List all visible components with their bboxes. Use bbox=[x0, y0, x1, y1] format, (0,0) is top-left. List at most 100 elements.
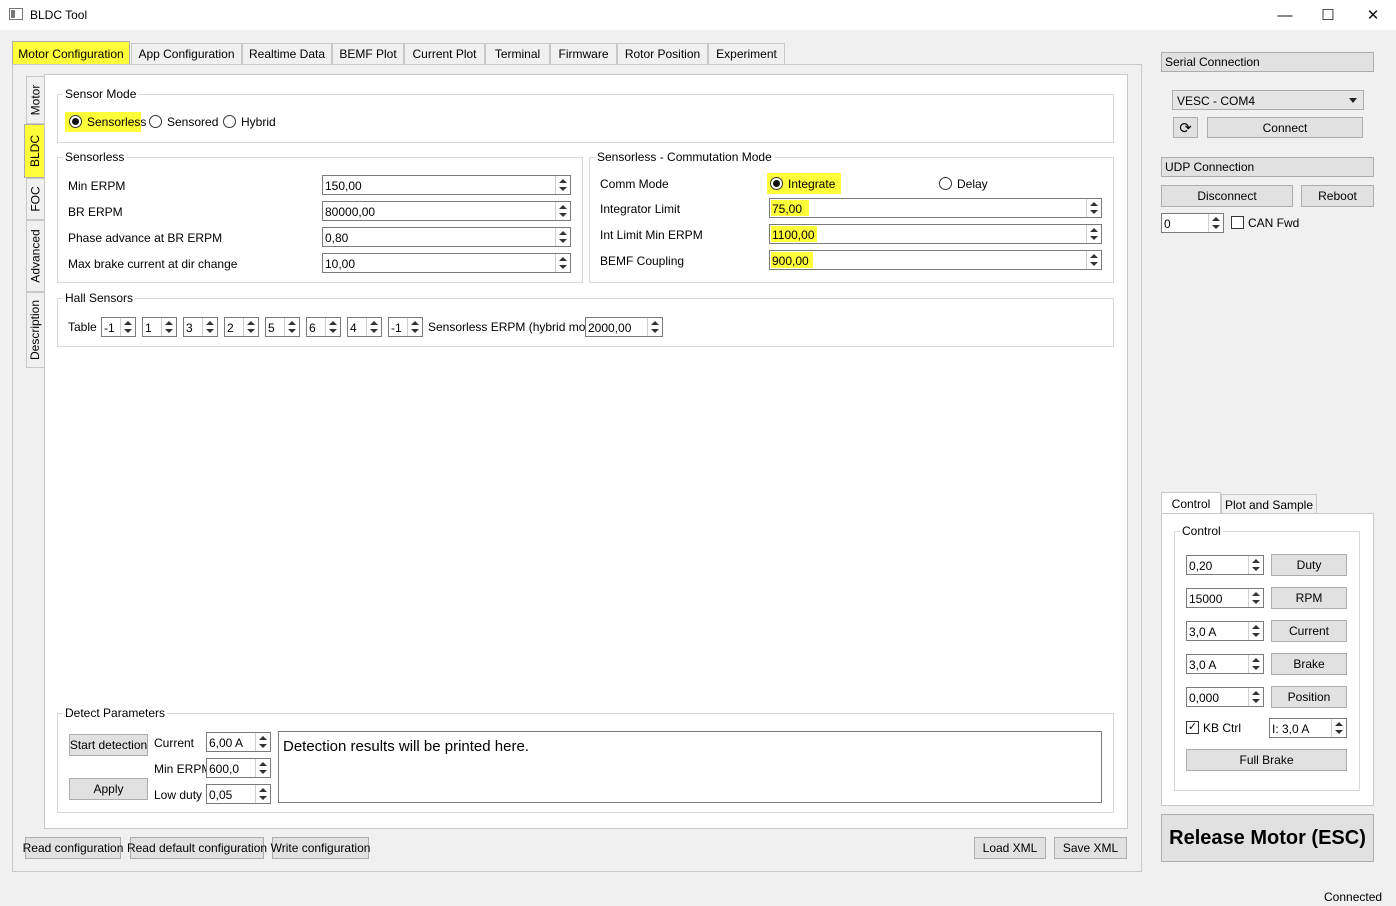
spin-arrows-icon[interactable] bbox=[255, 733, 270, 751]
detection-results-textarea[interactable]: Detection results will be printed here. bbox=[278, 731, 1102, 803]
side-tab-bldc[interactable]: BLDC bbox=[24, 124, 45, 178]
spin-arrows-icon[interactable] bbox=[555, 202, 570, 220]
kb-ctrl-checkbox[interactable]: ✓ bbox=[1186, 721, 1199, 734]
disconnect-button[interactable]: Disconnect bbox=[1161, 185, 1293, 207]
spin-arrows-icon[interactable] bbox=[120, 318, 135, 336]
spin-arrows-icon[interactable] bbox=[647, 318, 662, 336]
tab-current-plot[interactable]: Current Plot bbox=[404, 43, 485, 64]
side-tab-foc[interactable]: FOC bbox=[26, 178, 44, 220]
close-icon[interactable]: ✕ bbox=[1350, 0, 1396, 30]
hall-table-spinbox[interactable]: -1 bbox=[388, 317, 423, 337]
side-tab-advanced[interactable]: Advanced bbox=[26, 220, 44, 292]
spin-arrows-icon[interactable] bbox=[202, 318, 217, 336]
brake-button[interactable]: Brake bbox=[1271, 653, 1347, 675]
spin-arrows-icon[interactable] bbox=[1331, 719, 1346, 737]
side-tab-description[interactable]: Description bbox=[26, 292, 44, 368]
reboot-button[interactable]: Reboot bbox=[1301, 185, 1374, 207]
kb-current-spinbox[interactable]: I: 3,0 A bbox=[1269, 718, 1347, 738]
minimize-icon[interactable]: — bbox=[1262, 0, 1308, 30]
spin-arrows-icon[interactable] bbox=[255, 759, 270, 777]
hybrid-radio[interactable] bbox=[223, 115, 236, 128]
serial-port-combo[interactable]: VESC - COM4 bbox=[1172, 90, 1364, 110]
start-detection-button[interactable]: Start detection bbox=[69, 734, 148, 756]
bemf-coupling-spinbox[interactable]: 900,00 bbox=[769, 250, 1102, 270]
hall-table-spinbox[interactable]: 5 bbox=[265, 317, 300, 337]
save-xml-button[interactable]: Save XML bbox=[1054, 837, 1127, 859]
detect-current-spinbox[interactable]: 6,00 A bbox=[206, 732, 271, 752]
spin-arrows-icon[interactable] bbox=[555, 254, 570, 272]
tab-bemf-plot[interactable]: BEMF Plot bbox=[332, 43, 404, 64]
integrate-radio[interactable] bbox=[770, 177, 783, 190]
full-brake-button[interactable]: Full Brake bbox=[1186, 749, 1347, 771]
spin-arrows-icon[interactable] bbox=[1086, 225, 1101, 243]
can-fwd-checkbox[interactable] bbox=[1231, 216, 1244, 229]
tab-realtime-data[interactable]: Realtime Data bbox=[242, 43, 332, 64]
spin-arrows-icon[interactable] bbox=[1208, 214, 1223, 232]
current-button[interactable]: Current bbox=[1271, 620, 1347, 642]
spin-arrows-icon[interactable] bbox=[325, 318, 340, 336]
hall-table-spinbox[interactable]: 3 bbox=[183, 317, 218, 337]
int-limit-min-erpm-spinbox[interactable]: 1100,00 bbox=[769, 224, 1102, 244]
apply-button[interactable]: Apply bbox=[69, 778, 148, 800]
current-spinbox[interactable]: 3,0 A bbox=[1186, 621, 1264, 641]
hall-table-spinbox[interactable]: -1 bbox=[101, 317, 136, 337]
tab-experiment[interactable]: Experiment bbox=[708, 43, 785, 64]
spin-arrows-icon[interactable] bbox=[1086, 199, 1101, 217]
spin-arrows-icon[interactable] bbox=[1248, 622, 1263, 640]
hall-table-spinbox[interactable]: 2 bbox=[224, 317, 259, 337]
max-brake-current-spinbox[interactable]: 10,00 bbox=[322, 253, 571, 273]
rpm-button[interactable]: RPM bbox=[1271, 587, 1347, 609]
write-configuration-button[interactable]: Write configuration bbox=[271, 837, 370, 859]
spin-arrows-icon[interactable] bbox=[1248, 688, 1263, 706]
phase-advance-spinbox[interactable]: 0,80 bbox=[322, 227, 571, 247]
hall-table-spinbox[interactable]: 1 bbox=[142, 317, 177, 337]
hall-table-spinbox[interactable]: 6 bbox=[306, 317, 341, 337]
detect-min-erpm-spinbox[interactable]: 600,0 bbox=[206, 758, 271, 778]
spin-arrows-icon[interactable] bbox=[555, 176, 570, 194]
sensored-radio[interactable] bbox=[149, 115, 162, 128]
udp-connection-header[interactable]: UDP Connection bbox=[1161, 157, 1374, 177]
delay-radio[interactable] bbox=[939, 177, 952, 190]
hybrid-erpm-spinbox[interactable]: 2000,00 bbox=[585, 317, 663, 337]
tab-rotor-position[interactable]: Rotor Position bbox=[617, 43, 708, 64]
read-configuration-button[interactable]: Read configuration bbox=[23, 837, 123, 859]
spin-arrows-icon[interactable] bbox=[1248, 556, 1263, 574]
refresh-icon[interactable]: ⟳ bbox=[1173, 117, 1198, 138]
side-tab-motor[interactable]: Motor bbox=[26, 76, 44, 124]
sensorless-radio[interactable] bbox=[69, 115, 82, 128]
serial-connection-header[interactable]: Serial Connection bbox=[1161, 52, 1374, 72]
spin-arrows-icon[interactable] bbox=[366, 318, 381, 336]
hall-table-spinbox[interactable]: 4 bbox=[347, 317, 382, 337]
release-motor-button[interactable]: Release Motor (ESC) bbox=[1161, 814, 1374, 862]
spin-arrows-icon[interactable] bbox=[555, 228, 570, 246]
position-spinbox[interactable]: 0,000 bbox=[1186, 687, 1264, 707]
spin-arrows-icon[interactable] bbox=[243, 318, 258, 336]
integrator-limit-spinbox[interactable]: 75,00 bbox=[769, 198, 1102, 218]
can-id-spinbox[interactable]: 0 bbox=[1161, 213, 1224, 233]
spin-arrows-icon[interactable] bbox=[407, 318, 422, 336]
br-erpm-spinbox[interactable]: 80000,00 bbox=[322, 201, 571, 221]
spin-arrows-icon[interactable] bbox=[255, 785, 270, 803]
rpm-spinbox[interactable]: 15000 bbox=[1186, 588, 1264, 608]
tab-control[interactable]: Control bbox=[1161, 492, 1221, 514]
tab-firmware[interactable]: Firmware bbox=[550, 43, 617, 64]
read-default-configuration-button[interactable]: Read default configuration bbox=[127, 837, 267, 859]
tab-terminal[interactable]: Terminal bbox=[485, 43, 550, 64]
tab-motor-configuration[interactable]: Motor Configuration bbox=[12, 41, 130, 65]
spin-arrows-icon[interactable] bbox=[1086, 251, 1101, 269]
spin-arrows-icon[interactable] bbox=[1248, 655, 1263, 673]
tab-plot-and-sample[interactable]: Plot and Sample bbox=[1221, 494, 1317, 514]
load-xml-button[interactable]: Load XML bbox=[974, 837, 1046, 859]
min-erpm-spinbox[interactable]: 150,00 bbox=[322, 175, 571, 195]
connect-button[interactable]: Connect bbox=[1207, 117, 1363, 138]
duty-spinbox[interactable]: 0,20 bbox=[1186, 555, 1264, 575]
spin-arrows-icon[interactable] bbox=[284, 318, 299, 336]
brake-spinbox[interactable]: 3,0 A bbox=[1186, 654, 1264, 674]
tab-app-configuration[interactable]: App Configuration bbox=[131, 43, 242, 64]
maximize-icon[interactable]: ☐ bbox=[1305, 0, 1351, 30]
detect-low-duty-spinbox[interactable]: 0,05 bbox=[206, 784, 271, 804]
spin-arrows-icon[interactable] bbox=[161, 318, 176, 336]
spin-arrows-icon[interactable] bbox=[1248, 589, 1263, 607]
duty-button[interactable]: Duty bbox=[1271, 554, 1347, 576]
position-button[interactable]: Position bbox=[1271, 686, 1347, 708]
